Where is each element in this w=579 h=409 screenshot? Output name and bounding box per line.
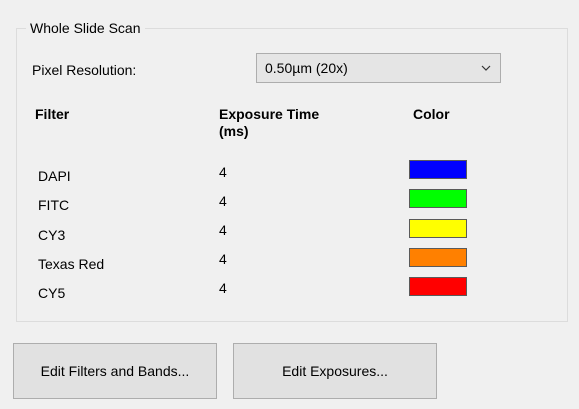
color-column-header: Color [413,106,450,122]
exposure-column-header: Exposure Time (ms) [219,106,319,140]
exposure-value-fitc[interactable]: 4 [219,192,227,210]
color-swatch-dapi[interactable] [409,160,467,179]
color-swatch-fitc[interactable] [409,189,467,208]
pixel-resolution-dropdown[interactable]: 0.50µm (20x) [256,53,501,83]
filter-name-fitc: FITC [38,197,70,213]
edit-filters-and-bands-button[interactable]: Edit Filters and Bands... [13,343,217,399]
filter-name-cy3: CY3 [38,227,66,243]
exposure-value-cy3[interactable]: 4 [219,221,227,239]
exposure-value-texas-red[interactable]: 4 [219,250,227,268]
color-swatch-cy5[interactable] [409,277,467,296]
exposure-value-dapi[interactable]: 4 [219,163,227,181]
pixel-resolution-label: Pixel Resolution: [32,62,137,78]
color-swatch-cy3[interactable] [409,219,467,238]
filter-name-cy5: CY5 [38,285,66,301]
edit-exposures-button[interactable]: Edit Exposures... [233,343,437,399]
exposure-header-line2: (ms) [219,123,249,139]
exposure-value-cy5[interactable]: 4 [219,279,227,297]
group-title: Whole Slide Scan [26,19,145,37]
filter-name-texas-red: Texas Red [38,256,105,272]
filter-name-dapi: DAPI [38,168,71,184]
filter-column-header: Filter [35,106,70,122]
exposure-header-line1: Exposure Time [219,106,320,122]
color-swatch-texas-red[interactable] [409,248,467,267]
pixel-resolution-value: 0.50µm (20x) [265,60,348,76]
chevron-down-icon [481,65,491,71]
